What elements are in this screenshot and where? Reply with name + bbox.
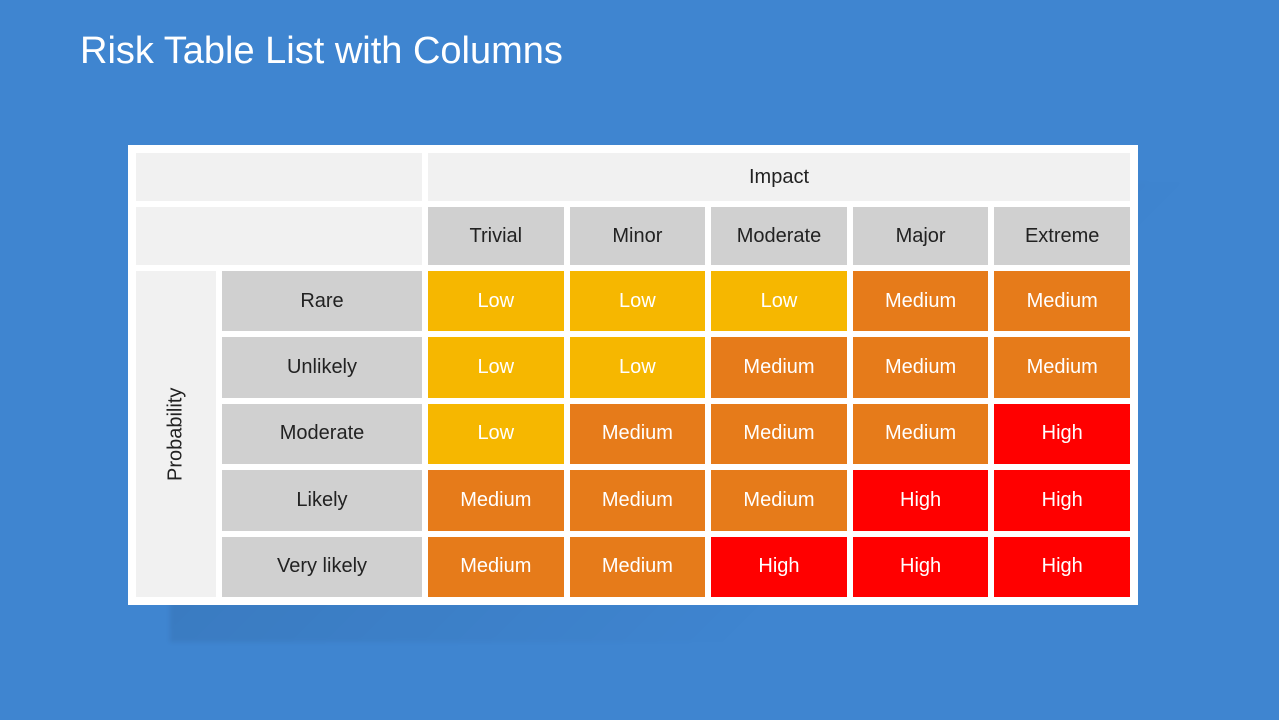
risk-cell-0-4: Medium	[994, 271, 1130, 331]
risk-cell-0-0: Low	[428, 271, 564, 331]
risk-cell-2-3: Medium	[853, 404, 989, 464]
impact-header-major: Major	[853, 207, 989, 265]
risk-cell-0-1: Low	[570, 271, 706, 331]
probability-axis-title: Probability	[136, 271, 216, 597]
risk-cell-4-2: High	[711, 537, 847, 597]
risk-cell-1-3: Medium	[853, 337, 989, 397]
risk-cell-0-2: Low	[711, 271, 847, 331]
impact-header-trivial: Trivial	[428, 207, 564, 265]
risk-cell-4-3: High	[853, 537, 989, 597]
impact-axis-title: Impact	[428, 153, 1130, 201]
prob-header-rare: Rare	[222, 271, 422, 331]
risk-cell-4-1: Medium	[570, 537, 706, 597]
risk-cell-4-4: High	[994, 537, 1130, 597]
risk-cell-4-0: Medium	[428, 537, 564, 597]
impact-header-moderate: Moderate	[711, 207, 847, 265]
impact-header-extreme: Extreme	[994, 207, 1130, 265]
risk-cell-3-4: High	[994, 470, 1130, 530]
risk-cell-3-1: Medium	[570, 470, 706, 530]
prob-header-unlikely: Unlikely	[222, 337, 422, 397]
risk-cell-1-0: Low	[428, 337, 564, 397]
risk-cell-3-3: High	[853, 470, 989, 530]
risk-cell-3-0: Medium	[428, 470, 564, 530]
slide-title: Risk Table List with Columns	[80, 30, 563, 73]
prob-header-likely: Likely	[222, 470, 422, 530]
risk-cell-1-1: Low	[570, 337, 706, 397]
risk-cell-2-2: Medium	[711, 404, 847, 464]
impact-header-minor: Minor	[570, 207, 706, 265]
risk-cell-2-1: Medium	[570, 404, 706, 464]
risk-matrix-panel: Impact Trivial Minor Moderate Major Extr…	[128, 145, 1138, 605]
risk-matrix-grid: Impact Trivial Minor Moderate Major Extr…	[136, 153, 1130, 597]
risk-cell-1-2: Medium	[711, 337, 847, 397]
risk-cell-2-4: High	[994, 404, 1130, 464]
risk-cell-2-0: Low	[428, 404, 564, 464]
corner-top-left	[136, 153, 422, 201]
prob-header-moderate: Moderate	[222, 404, 422, 464]
risk-cell-3-2: Medium	[711, 470, 847, 530]
risk-cell-1-4: Medium	[994, 337, 1130, 397]
prob-header-very-likely: Very likely	[222, 537, 422, 597]
corner-row2	[136, 207, 422, 265]
risk-cell-0-3: Medium	[853, 271, 989, 331]
